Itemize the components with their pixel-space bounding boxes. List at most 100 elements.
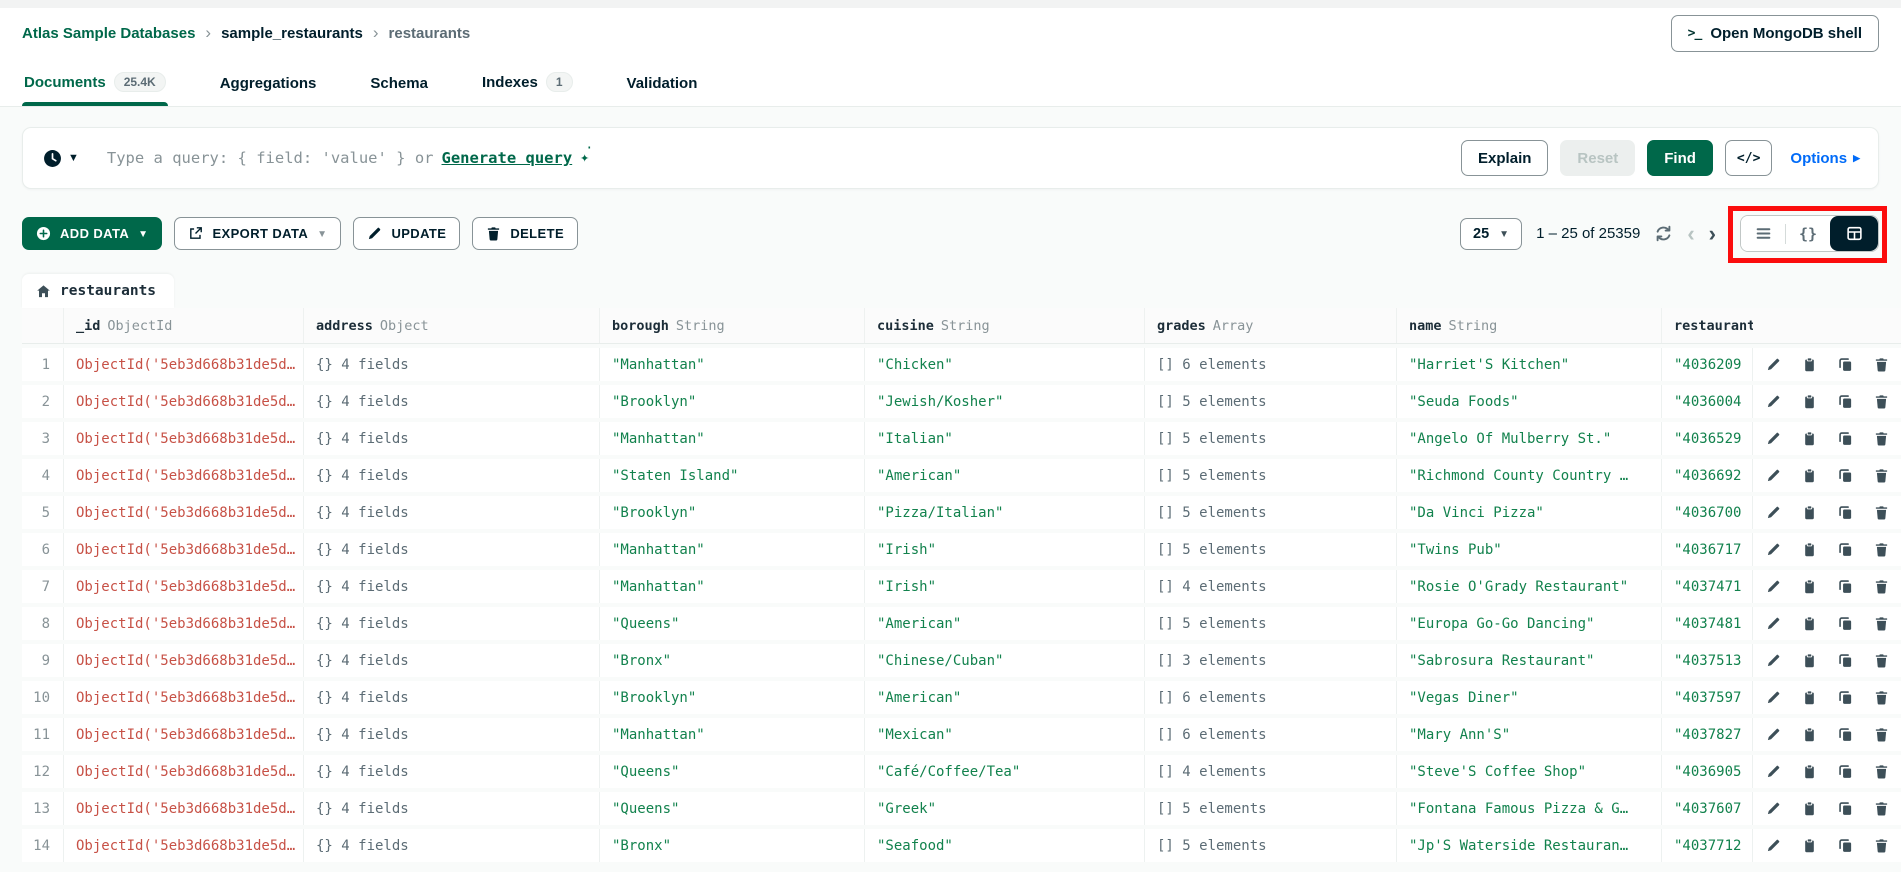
refresh-button[interactable] [1654, 224, 1673, 243]
objectid-cell: ObjectId('5eb3d668b31de5d… [64, 829, 304, 862]
clone-document-icon[interactable] [1838, 542, 1853, 557]
tab-indexes[interactable]: Indexes 1 [480, 72, 575, 106]
tab-documents[interactable]: Documents 25.4K [22, 72, 168, 106]
copy-document-icon[interactable] [1802, 616, 1817, 631]
tab-schema[interactable]: Schema [368, 75, 430, 106]
clone-document-icon[interactable] [1838, 727, 1853, 742]
copy-document-icon[interactable] [1802, 653, 1817, 668]
prev-page-button[interactable]: ‹ [1687, 223, 1694, 245]
tab-aggregations[interactable]: Aggregations [218, 75, 319, 106]
delete-document-icon[interactable] [1874, 357, 1889, 372]
copy-document-icon[interactable] [1802, 727, 1817, 742]
clone-document-icon[interactable] [1838, 616, 1853, 631]
copy-document-icon[interactable] [1802, 468, 1817, 483]
restaurant-id-cell: "4037607 [1662, 792, 1753, 825]
edit-document-icon[interactable] [1766, 690, 1781, 705]
copy-document-icon[interactable] [1802, 542, 1817, 557]
query-history-button[interactable]: ▼ [43, 149, 79, 168]
export-data-button[interactable]: EXPORT DATA ▼ [174, 217, 341, 250]
explain-button[interactable]: Explain [1461, 140, 1548, 176]
borough-cell: "Manhattan" [600, 570, 865, 603]
objectid-cell: ObjectId('5eb3d668b31de5d… [64, 718, 304, 751]
open-mongodb-shell-button[interactable]: >_ Open MongoDB shell [1671, 15, 1879, 52]
find-button[interactable]: Find [1647, 140, 1713, 176]
row-actions [1753, 718, 1901, 751]
table-header-row: _id ObjectId address Object borough Stri… [22, 308, 1901, 344]
delete-document-icon[interactable] [1874, 579, 1889, 594]
delete-document-icon[interactable] [1874, 505, 1889, 520]
delete-document-icon[interactable] [1874, 542, 1889, 557]
breadcrumb-database-group[interactable]: Atlas Sample Databases [22, 25, 195, 42]
generate-query-link[interactable]: Generate query [442, 149, 573, 167]
edit-document-icon[interactable] [1766, 357, 1781, 372]
caret-right-icon: ▶ [1853, 153, 1860, 164]
delete-document-icon[interactable] [1874, 431, 1889, 446]
copy-document-icon[interactable] [1802, 764, 1817, 779]
edit-document-icon[interactable] [1766, 727, 1781, 742]
restaurant-id-cell: "4036529 [1662, 422, 1753, 455]
page-size-select[interactable]: 25 ▼ [1460, 218, 1522, 250]
delete-document-icon[interactable] [1874, 616, 1889, 631]
json-view-button[interactable]: {} [1786, 216, 1830, 251]
breadcrumb: Atlas Sample Databases › sample_restaura… [22, 23, 470, 43]
copy-document-icon[interactable] [1802, 394, 1817, 409]
delete-document-icon[interactable] [1874, 727, 1889, 742]
copy-document-icon[interactable] [1802, 690, 1817, 705]
clone-document-icon[interactable] [1838, 801, 1853, 816]
options-label: Options [1790, 150, 1847, 167]
breadcrumb-database[interactable]: sample_restaurants [221, 25, 363, 42]
clone-document-icon[interactable] [1838, 764, 1853, 779]
table-view-button[interactable] [1830, 216, 1878, 251]
add-data-button[interactable]: ADD DATA ▼ [22, 217, 162, 250]
export-to-language-button[interactable]: </> [1725, 140, 1772, 176]
edit-document-icon[interactable] [1766, 838, 1781, 853]
edit-document-icon[interactable] [1766, 431, 1781, 446]
edit-document-icon[interactable] [1766, 394, 1781, 409]
borough-cell: "Queens" [600, 792, 865, 825]
clone-document-icon[interactable] [1838, 394, 1853, 409]
next-page-button[interactable]: › [1709, 223, 1716, 245]
documents-toolbar: ADD DATA ▼ EXPORT DATA ▼ UPDATE DELETE [22, 215, 1879, 252]
delete-document-icon[interactable] [1874, 690, 1889, 705]
delete-document-icon[interactable] [1874, 394, 1889, 409]
copy-document-icon[interactable] [1802, 579, 1817, 594]
clone-document-icon[interactable] [1838, 653, 1853, 668]
delete-document-icon[interactable] [1874, 468, 1889, 483]
clone-document-icon[interactable] [1838, 690, 1853, 705]
plus-circle-icon [36, 226, 51, 241]
copy-document-icon[interactable] [1802, 431, 1817, 446]
delete-document-icon[interactable] [1874, 801, 1889, 816]
edit-document-icon[interactable] [1766, 505, 1781, 520]
clone-document-icon[interactable] [1838, 357, 1853, 372]
clone-document-icon[interactable] [1838, 468, 1853, 483]
copy-document-icon[interactable] [1802, 801, 1817, 816]
collection-breadcrumb-tab[interactable]: restaurants [22, 274, 174, 308]
edit-document-icon[interactable] [1766, 764, 1781, 779]
clone-document-icon[interactable] [1838, 838, 1853, 853]
query-input[interactable]: Type a query: { field: 'value' } or Gene… [107, 149, 1461, 167]
update-button[interactable]: UPDATE [353, 217, 460, 250]
reset-button[interactable]: Reset [1560, 140, 1635, 176]
edit-document-icon[interactable] [1766, 801, 1781, 816]
delete-document-icon[interactable] [1874, 653, 1889, 668]
list-view-button[interactable] [1741, 216, 1785, 251]
copy-document-icon[interactable] [1802, 357, 1817, 372]
row-number-cell: 12 [22, 755, 64, 788]
options-toggle[interactable]: Options ▶ [1790, 150, 1860, 167]
edit-document-icon[interactable] [1766, 579, 1781, 594]
tab-validation[interactable]: Validation [625, 75, 700, 106]
edit-document-icon[interactable] [1766, 616, 1781, 631]
clone-document-icon[interactable] [1838, 505, 1853, 520]
edit-document-icon[interactable] [1766, 653, 1781, 668]
clone-document-icon[interactable] [1838, 431, 1853, 446]
edit-document-icon[interactable] [1766, 542, 1781, 557]
clone-document-icon[interactable] [1838, 579, 1853, 594]
delete-document-icon[interactable] [1874, 838, 1889, 853]
edit-document-icon[interactable] [1766, 468, 1781, 483]
copy-document-icon[interactable] [1802, 505, 1817, 520]
cuisine-cell: "Chicken" [865, 348, 1145, 381]
delete-document-icon[interactable] [1874, 764, 1889, 779]
copy-document-icon[interactable] [1802, 838, 1817, 853]
address-cell: {} 4 fields [304, 348, 600, 381]
delete-button[interactable]: DELETE [472, 217, 578, 250]
